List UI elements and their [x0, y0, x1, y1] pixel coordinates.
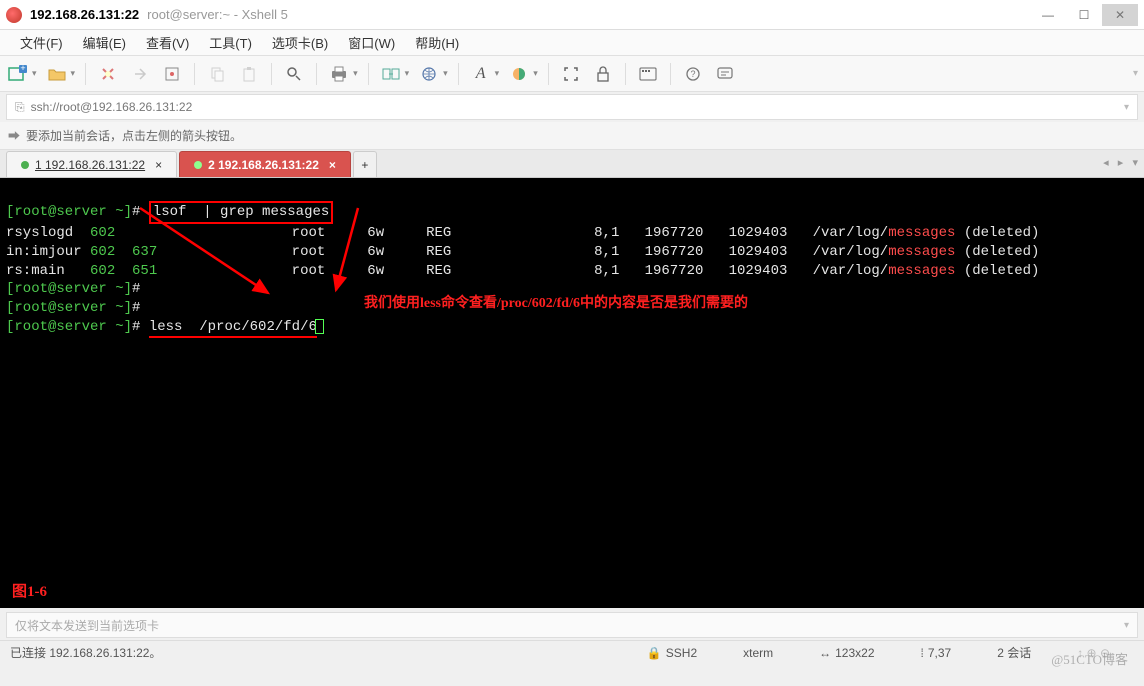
tab-nav-arrows[interactable]: ◂ ▸ ▾ [1103, 156, 1138, 169]
tab-close-icon[interactable]: × [329, 158, 336, 172]
keymap-icon[interactable] [636, 62, 660, 86]
maximize-button[interactable]: ☐ [1066, 4, 1102, 26]
svg-text:?: ? [690, 69, 695, 79]
window-controls: — ☐ ✕ [1030, 4, 1138, 26]
color-scheme-icon[interactable] [507, 62, 531, 86]
help-icon[interactable]: ? [681, 62, 705, 86]
hint-bar: ⮕ 要添加当前会话，点击左侧的箭头按钮。 [0, 122, 1144, 150]
tab-label: 2 192.168.26.131:22 [208, 158, 319, 172]
status-bar: 已连接 192.168.26.131:22。 🔒 SSH2 xterm ↔ 12… [0, 640, 1144, 664]
address-bar[interactable]: ⎘ ssh://root@192.168.26.131:22 ▾ [6, 94, 1138, 120]
disconnect-icon[interactable] [128, 62, 152, 86]
tab-close-icon[interactable]: × [155, 158, 162, 172]
status-sessions: 2 会话 [997, 644, 1031, 661]
tab-session-1[interactable]: 1 192.168.26.131:22 × [6, 151, 177, 177]
terminal-output[interactable]: [root@server ~]# lsof | grep messages rs… [0, 178, 1144, 608]
status-cursor: ⁞ 7,37 [921, 644, 952, 661]
annotation-text: 我们使用less命令查看/proc/602/fd/6中的内容是否是我们需要的 [364, 295, 748, 314]
copy-icon[interactable] [205, 62, 229, 86]
app-icon [6, 7, 22, 23]
toolbar: +▾ ▾ ▾ ▾ ▾ A▾ ▾ ? ▾ [0, 56, 1144, 92]
input-overflow-icon[interactable]: ▾ [1124, 620, 1129, 631]
tabs-bar: 1 192.168.26.131:22 × 2 192.168.26.131:2… [0, 150, 1144, 178]
new-session-icon[interactable]: + [6, 62, 30, 86]
minimize-button[interactable]: — [1030, 4, 1066, 26]
paste-icon[interactable] [237, 62, 261, 86]
window-title: 192.168.26.131:22 [30, 7, 139, 22]
input-placeholder: 仅将文本发送到当前选项卡 [15, 617, 159, 634]
watermark: @51CTO博客 [1051, 649, 1128, 668]
menu-file[interactable]: 文件(F) [10, 33, 73, 52]
hint-arrow-icon[interactable]: ⮕ [8, 127, 20, 144]
hint-text: 要添加当前会话，点击左侧的箭头按钮。 [26, 127, 242, 144]
menu-bar: 文件(F) 编辑(E) 查看(V) 工具(T) 选项卡(B) 窗口(W) 帮助(… [0, 30, 1144, 56]
menu-view[interactable]: 查看(V) [136, 33, 199, 52]
status-dot-icon [194, 161, 202, 169]
search-icon[interactable] [282, 62, 306, 86]
menu-tools[interactable]: 工具(T) [199, 33, 262, 52]
status-dot-icon [21, 161, 29, 169]
status-termtype: xterm [743, 644, 773, 661]
status-size: ↔ 123x22 [819, 644, 874, 661]
menu-edit[interactable]: 编辑(E) [73, 33, 136, 52]
globe-icon[interactable] [417, 62, 441, 86]
print-icon[interactable] [327, 62, 351, 86]
open-folder-icon[interactable] [45, 62, 69, 86]
close-button[interactable]: ✕ [1102, 4, 1138, 26]
addr-overflow-icon[interactable]: ▾ [1124, 102, 1129, 113]
window-subtitle: root@server:~ - Xshell 5 [147, 7, 288, 22]
compose-icon[interactable] [713, 62, 737, 86]
menu-help[interactable]: 帮助(H) [405, 33, 469, 52]
menu-tabs[interactable]: 选项卡(B) [262, 33, 338, 52]
svg-text:+: + [20, 65, 25, 73]
reconnect-icon[interactable] [96, 62, 120, 86]
properties-icon[interactable] [160, 62, 184, 86]
tab-add-button[interactable]: + [353, 151, 377, 177]
window-titlebar: 192.168.26.131:22 root@server:~ - Xshell… [0, 0, 1144, 30]
toolbar-overflow-icon[interactable]: ▾ [1133, 68, 1138, 79]
xftp-icon[interactable] [379, 62, 403, 86]
lock-icon[interactable] [591, 62, 615, 86]
broadcast-input[interactable]: 仅将文本发送到当前选项卡 ▾ [6, 612, 1138, 638]
figure-label: 图1-6 [12, 582, 47, 602]
tab-session-2[interactable]: 2 192.168.26.131:22 × [179, 151, 351, 177]
fullscreen-icon[interactable] [559, 62, 583, 86]
pin-icon: ⎘ [15, 100, 25, 115]
address-text: ssh://root@192.168.26.131:22 [31, 100, 193, 114]
tab-label: 1 192.168.26.131:22 [35, 158, 145, 172]
status-protocol: 🔒 SSH2 [647, 644, 697, 661]
font-icon[interactable]: A [469, 62, 493, 86]
status-connection: 已连接 192.168.26.131:22。 [10, 644, 161, 661]
menu-window[interactable]: 窗口(W) [338, 33, 405, 52]
